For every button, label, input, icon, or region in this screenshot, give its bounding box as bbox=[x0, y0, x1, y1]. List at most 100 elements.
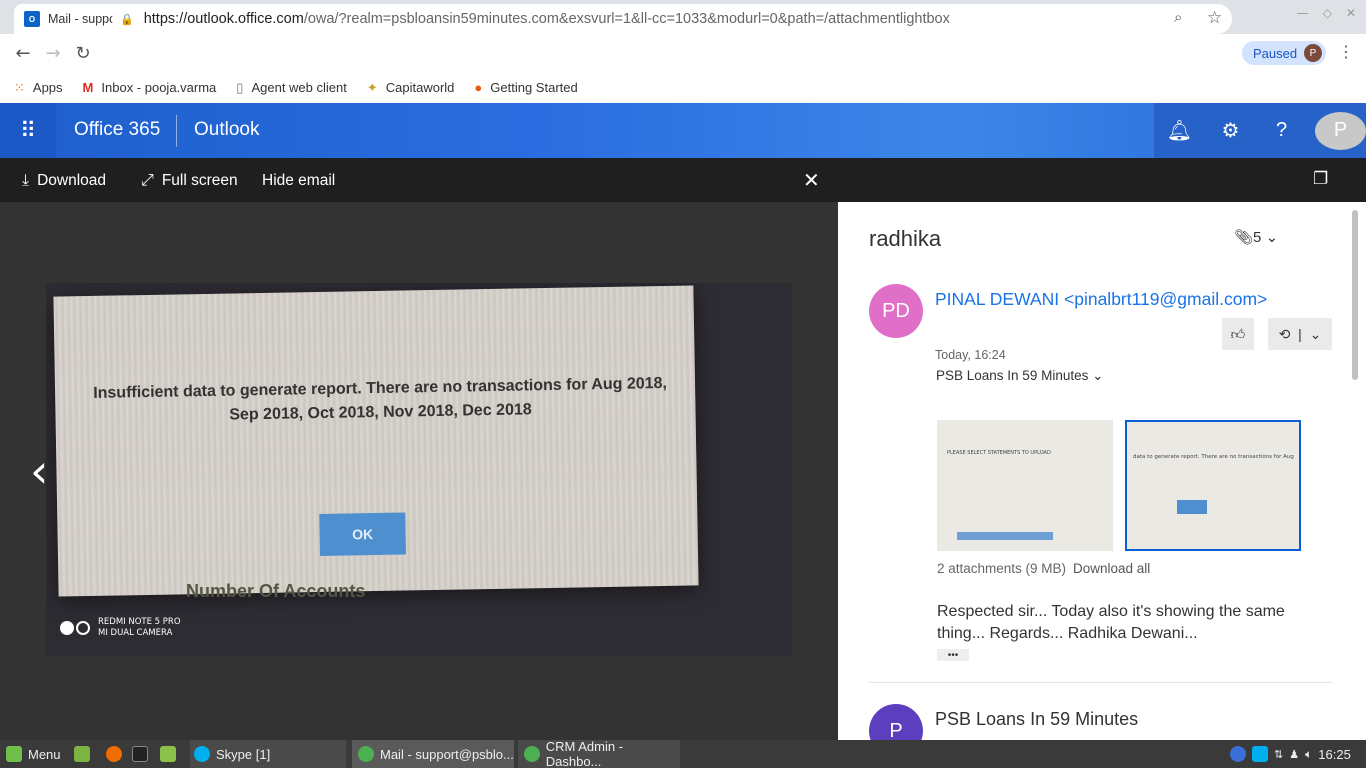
bookmark-agent-web-client[interactable]: ▯ Agent web client bbox=[236, 80, 347, 96]
camera-line1: REDMI NOTE 5 PRO bbox=[98, 617, 181, 627]
close-lightbox-icon[interactable]: ✕ bbox=[803, 168, 820, 193]
network-icon[interactable]: ⇅ bbox=[1274, 748, 1283, 761]
launcher-terminal[interactable] bbox=[132, 740, 154, 768]
camera-line2: MI DUAL CAMERA bbox=[98, 628, 173, 638]
like-button[interactable]: 👍︎ bbox=[1222, 318, 1254, 350]
forward-icon[interactable]: → bbox=[38, 43, 68, 64]
message-divider bbox=[869, 682, 1333, 683]
chrome-icon bbox=[524, 746, 540, 762]
firefox-icon: ● bbox=[474, 80, 483, 95]
back-icon[interactable]: ← bbox=[8, 43, 38, 64]
reload-icon[interactable]: ↻ bbox=[68, 43, 98, 64]
header-actions: 🔔︎ ⚙ ? P bbox=[1154, 103, 1366, 158]
email-date: Today, 16:24 bbox=[935, 348, 1006, 362]
taskbar-window-skype[interactable]: Skype [1] bbox=[190, 740, 346, 768]
popout-icon[interactable]: ❐ bbox=[1313, 169, 1328, 189]
files-icon bbox=[74, 746, 90, 762]
help-icon[interactable]: ? bbox=[1256, 119, 1307, 142]
bookmark-gmail[interactable]: M Inbox - pooja.varma bbox=[83, 80, 217, 95]
clock[interactable]: 16:25 bbox=[1318, 747, 1351, 762]
outlook-favicon-icon: O bbox=[24, 11, 40, 27]
office365-brand[interactable]: Office 365 bbox=[74, 119, 160, 141]
window-label: CRM Admin - Dashbo... bbox=[545, 739, 624, 769]
thumbs-up-icon: 👍︎ bbox=[1230, 325, 1246, 342]
launcher-files[interactable] bbox=[74, 740, 96, 768]
shield-icon[interactable] bbox=[1230, 746, 1246, 762]
user-avatar[interactable]: P bbox=[1315, 111, 1366, 150]
apps-grid-icon: ⁙ bbox=[14, 79, 25, 95]
thumb-text: data to generate report. There are no tr… bbox=[1133, 454, 1294, 460]
profile-status: Paused bbox=[1253, 45, 1298, 61]
sender-name[interactable]: PINAL DEWANI <pinalbrt119@gmail.com> bbox=[935, 289, 1267, 310]
profile-button[interactable]: Paused P bbox=[1242, 41, 1326, 65]
launcher-folder[interactable] bbox=[160, 740, 182, 768]
full-screen-label: Full screen bbox=[161, 172, 238, 189]
browser-toolbar: ← → ↻ bbox=[0, 34, 1366, 72]
full-screen-button[interactable]: ⤢ Full screen bbox=[141, 172, 238, 190]
attachment-thumbnail-1[interactable]: PLEASE SELECT STATEMENTS TO UPLOAD bbox=[937, 420, 1113, 551]
thumb-button bbox=[957, 532, 1053, 540]
terminal-icon bbox=[132, 746, 148, 762]
attachment-count: 5 bbox=[1253, 229, 1262, 246]
minimize-icon[interactable]: — bbox=[1297, 6, 1309, 20]
reading-pane-scrollbar[interactable] bbox=[1352, 210, 1358, 380]
window-controls: — ◇ ✕ bbox=[1297, 6, 1356, 20]
zoom-icon[interactable]: ⌕ bbox=[1174, 9, 1182, 26]
address-bar[interactable]: 🔒 https://outlook.office.com/owa/?realm=… bbox=[112, 4, 1232, 34]
bookmark-label: Apps bbox=[32, 80, 63, 95]
profile-avatar: P bbox=[1304, 44, 1322, 62]
maximize-icon[interactable]: ◇ bbox=[1323, 6, 1332, 20]
url-path: /owa/?realm=psbloansin59minutes.com&exsv… bbox=[303, 11, 950, 27]
expand-icon: ⤢ bbox=[141, 172, 154, 189]
os-taskbar: Menu Skype [1] Mail - support@psblo... C… bbox=[0, 739, 1366, 769]
paperclip-icon: 📎︎ bbox=[1234, 229, 1254, 246]
app-launcher-icon[interactable]: ⠿ bbox=[0, 103, 56, 158]
system-tray: ⇅ ♟ 🔈︎ 16:25 bbox=[1230, 740, 1351, 768]
sender-avatar: PD bbox=[869, 284, 923, 338]
bookmark-apps[interactable]: ⁙ Apps bbox=[14, 80, 63, 96]
bookmark-capitaworld[interactable]: ✦ Capitaworld bbox=[367, 80, 455, 96]
outlook-app-name[interactable]: Outlook bbox=[194, 119, 259, 141]
close-window-icon[interactable]: ✕ bbox=[1346, 6, 1356, 20]
taskbar-window-crm[interactable]: CRM Admin - Dashbo... bbox=[518, 739, 680, 769]
hide-email-button[interactable]: Hide email bbox=[262, 172, 335, 190]
bookmark-getting-started[interactable]: ● Getting Started bbox=[474, 80, 577, 95]
expand-recipients-icon: ⌄ bbox=[1092, 368, 1104, 383]
camera-dot-icon bbox=[76, 621, 90, 635]
notification-icon[interactable]: ♟ bbox=[1289, 748, 1299, 761]
email-subject: radhika bbox=[869, 226, 942, 251]
reply-all-button[interactable]: ⟲ | ⌄ bbox=[1268, 318, 1332, 350]
browser-menu-icon[interactable]: ⋮ bbox=[1338, 42, 1354, 61]
header-divider bbox=[176, 115, 177, 147]
menu-label: Menu bbox=[28, 746, 61, 762]
launcher-firefox[interactable] bbox=[106, 740, 128, 768]
camera-watermark: REDMI NOTE 5 PRO MI DUAL CAMERA bbox=[60, 617, 181, 639]
photo-ok-button: OK bbox=[319, 512, 406, 556]
show-more-button[interactable]: ••• bbox=[937, 649, 969, 661]
download-button[interactable]: ⤓ Download bbox=[22, 172, 106, 190]
skype-tray-icon[interactable] bbox=[1252, 746, 1268, 762]
volume-icon[interactable]: 🔈︎ bbox=[1305, 747, 1312, 762]
bell-icon[interactable]: 🔔︎ bbox=[1154, 118, 1205, 143]
recipient[interactable]: PSB Loans In 59 Minutes ⌄ bbox=[936, 368, 1103, 384]
recipient-name: PSB Loans In 59 Minutes bbox=[936, 368, 1089, 383]
next-sender-name[interactable]: PSB Loans In 59 Minutes bbox=[935, 709, 1138, 730]
taskbar-window-mail[interactable]: Mail - support@psblo... bbox=[352, 740, 514, 768]
photo-background-text: Number Of Accounts bbox=[186, 581, 366, 601]
download-all-link[interactable]: Download all bbox=[1073, 561, 1150, 576]
thumb-text: PLEASE SELECT STATEMENTS TO UPLOAD bbox=[947, 450, 1051, 456]
start-menu-button[interactable]: Menu bbox=[6, 740, 61, 768]
attachment-count-toggle[interactable]: 📎︎5 ⌄ bbox=[1234, 228, 1278, 246]
chrome-icon bbox=[358, 746, 374, 762]
folder-icon bbox=[160, 746, 176, 762]
gear-icon[interactable]: ⚙ bbox=[1205, 118, 1256, 143]
download-icon: ⤓ bbox=[22, 172, 30, 189]
lock-icon: 🔒 bbox=[120, 13, 134, 26]
reply-all-icon: ⟲ bbox=[1278, 325, 1291, 342]
chevron-down-icon: ⌄ bbox=[1309, 325, 1322, 342]
gmail-icon: M bbox=[82, 80, 94, 95]
bookmark-star-icon[interactable]: ☆ bbox=[1207, 8, 1222, 28]
hide-email-label: Hide email bbox=[262, 172, 336, 189]
bookmark-label: Agent web client bbox=[251, 80, 347, 95]
attachment-thumbnail-2[interactable]: data to generate report. There are no tr… bbox=[1125, 420, 1301, 551]
